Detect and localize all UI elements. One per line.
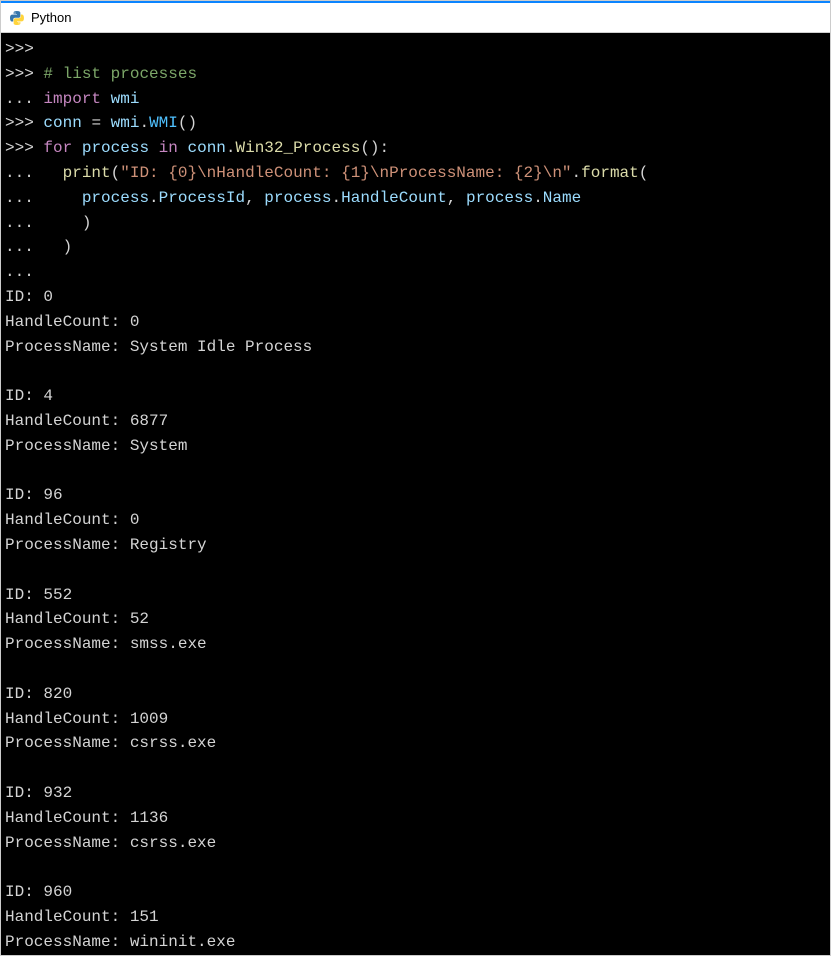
out-id: 932 [43,784,72,802]
out-id-label: ID: [5,586,34,604]
out-id: 4 [43,387,53,405]
obj-conn: conn [187,139,225,157]
out-name: csrss.exe [130,834,216,852]
out-handle: 1136 [130,809,168,827]
out-name: csrss.exe [130,734,216,752]
comma: , [245,189,255,207]
dot: . [226,139,236,157]
kw-for: for [43,139,72,157]
out-id: 0 [43,288,53,306]
arg3-attr: Name [543,189,581,207]
out-id-label: ID: [5,387,34,405]
out-name-label: ProcessName: [5,437,120,455]
out-id-label: ID: [5,685,34,703]
out-name: smss.exe [130,635,207,653]
prompt-primary: >>> [5,65,34,83]
out-handle-label: HandleCount: [5,610,120,628]
out-id-label: ID: [5,288,34,306]
out-name-label: ProcessName: [5,338,120,356]
app-window: Python >>> >>> # list processes ... impo… [1,1,830,955]
window-title: Python [31,10,71,25]
out-handle: 151 [130,908,159,926]
kw-import: import [43,90,101,108]
out-name-label: ProcessName: [5,536,120,554]
out-handle: 6877 [130,412,168,430]
cls-wmi: WMI [149,114,178,132]
code-comment: # list processes [43,65,197,83]
terminal[interactable]: >>> >>> # list processes ... import wmi … [1,33,830,955]
arg2-attr: HandleCount [341,189,447,207]
prompt-cont: ... [5,263,34,281]
out-name-label: ProcessName: [5,933,120,951]
dot: . [139,114,149,132]
mod-wmi: wmi [111,90,140,108]
prompt-primary: >>> [5,40,34,58]
python-icon [9,10,25,26]
out-handle-label: HandleCount: [5,313,120,331]
parens-colon: (): [360,139,389,157]
out-handle: 0 [130,313,140,331]
dot: . [332,189,342,207]
arg1-obj: process [82,189,149,207]
out-name: System [130,437,188,455]
var-process: process [82,139,149,157]
out-id: 960 [43,883,72,901]
out-id-label: ID: [5,486,34,504]
dot: . [533,189,543,207]
out-name: wininit.exe [130,933,236,951]
prompt-cont: ... [5,90,34,108]
out-name-label: ProcessName: [5,635,120,653]
out-handle: 1009 [130,710,168,728]
comma: , [447,189,457,207]
prompt-primary: >>> [5,139,34,157]
out-handle-label: HandleCount: [5,809,120,827]
arg2-obj: process [264,189,331,207]
out-id-label: ID: [5,784,34,802]
prompt-cont: ... [5,189,34,207]
arg1-attr: ProcessId [159,189,245,207]
out-handle-label: HandleCount: [5,412,120,430]
out-handle-label: HandleCount: [5,908,120,926]
out-id: 552 [43,586,72,604]
dot: . [572,164,582,182]
paren-open: ( [639,164,649,182]
prompt-cont: ... [5,164,34,182]
out-id: 820 [43,685,72,703]
out-handle: 0 [130,511,140,529]
out-handle: 52 [130,610,149,628]
fmt-string: "ID: {0}\nHandleCount: {1}\nProcessName:… [120,164,571,182]
out-name-label: ProcessName: [5,734,120,752]
prompt-cont: ... [5,214,34,232]
prompt-cont: ... [5,238,34,256]
paren-close: ) [82,214,92,232]
op-eq: = [91,114,101,132]
paren-open: ( [111,164,121,182]
out-handle-label: HandleCount: [5,710,120,728]
method-win32: Win32_Process [236,139,361,157]
dot: . [149,189,159,207]
paren-close: ) [63,238,73,256]
out-handle-label: HandleCount: [5,511,120,529]
mod-wmi: wmi [111,114,140,132]
var-conn: conn [43,114,81,132]
prompt-primary: >>> [5,114,34,132]
out-name-label: ProcessName: [5,834,120,852]
out-id: 96 [43,486,62,504]
title-bar[interactable]: Python [1,1,830,33]
parens: () [178,114,197,132]
fn-print: print [63,164,111,182]
out-name: System Idle Process [130,338,312,356]
out-name: Registry [130,536,207,554]
method-format: format [581,164,639,182]
out-id-label: ID: [5,883,34,901]
arg3-obj: process [466,189,533,207]
kw-in: in [159,139,178,157]
